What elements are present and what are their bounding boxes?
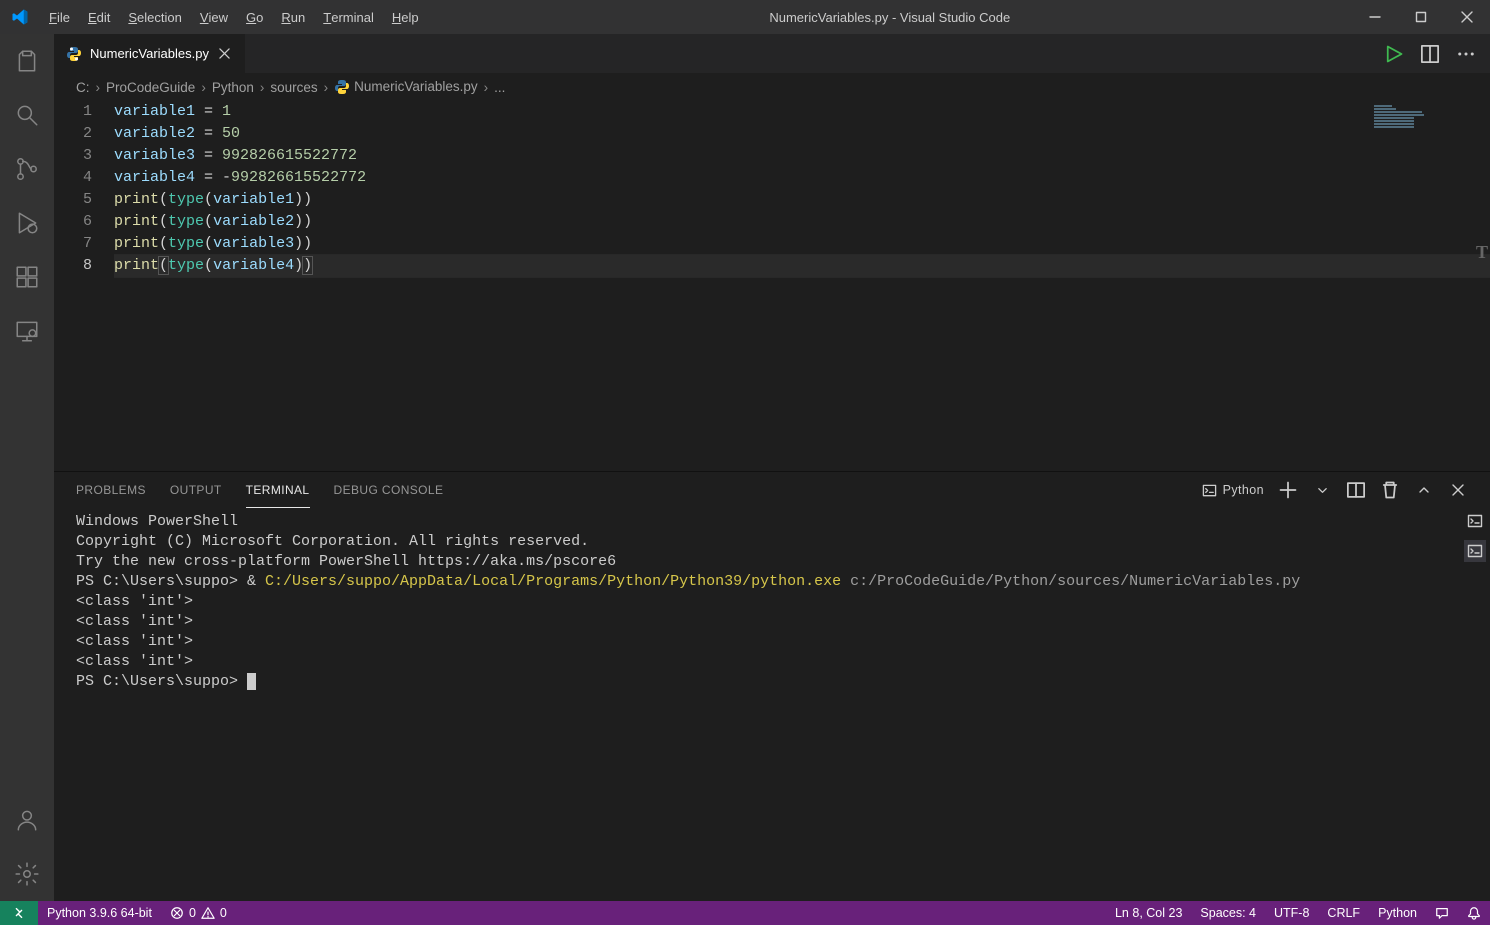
activity-search-icon[interactable] <box>0 88 54 142</box>
python-file-icon <box>334 79 350 95</box>
window-title: NumericVariables.py - Visual Studio Code <box>428 10 1352 25</box>
menu-edit[interactable]: Edit <box>79 0 119 34</box>
status-problems[interactable]: 0 0 <box>161 901 236 925</box>
menu-selection[interactable]: Selection <box>119 0 190 34</box>
breadcrumb-sep: › <box>96 80 101 95</box>
menu-view[interactable]: View <box>191 0 237 34</box>
status-python-env[interactable]: Python 3.9.6 64-bit <box>38 901 161 925</box>
activity-bar <box>0 34 54 901</box>
breadcrumb-sep: › <box>260 80 265 95</box>
activity-settings-icon[interactable] <box>0 847 54 901</box>
minimap[interactable] <box>1370 101 1490 471</box>
status-bar: Python 3.9.6 64-bit 0 0 Ln 8, Col 23 Spa… <box>0 901 1490 925</box>
window-minimize-button[interactable] <box>1352 0 1398 34</box>
code-body[interactable]: variable1 = 1variable2 = 50variable3 = 9… <box>114 101 1490 471</box>
panel-tools: Python <box>1202 480 1468 500</box>
breadcrumb-segment[interactable]: sources <box>270 80 317 95</box>
breadcrumb-segment[interactable]: NumericVariables.py <box>334 79 478 95</box>
activity-extensions-icon[interactable] <box>0 250 54 304</box>
window-controls <box>1352 0 1490 34</box>
scroll-decoration: T <box>1476 241 1488 263</box>
terminal-body[interactable]: Windows PowerShellCopyright (C) Microsof… <box>54 508 1490 696</box>
activity-explorer-icon[interactable] <box>0 34 54 88</box>
vscode-logo-icon <box>0 8 40 26</box>
status-ln-col[interactable]: Ln 8, Col 23 <box>1106 901 1191 925</box>
breadcrumb-sep: › <box>484 80 489 95</box>
menu-go[interactable]: Go <box>237 0 272 34</box>
activity-run-debug-icon[interactable] <box>0 196 54 250</box>
menu-file[interactable]: File <box>40 0 79 34</box>
tab-close-icon[interactable] <box>217 46 233 62</box>
terminal-split-dropdown-icon[interactable] <box>1312 480 1332 500</box>
tab-numericvariables[interactable]: NumericVariables.py <box>54 34 246 73</box>
menu-help[interactable]: Help <box>383 0 428 34</box>
status-eol[interactable]: CRLF <box>1318 901 1369 925</box>
breadcrumb-sep: › <box>324 80 329 95</box>
status-encoding[interactable]: UTF-8 <box>1265 901 1318 925</box>
status-bell-icon[interactable] <box>1458 901 1490 925</box>
tab-label: NumericVariables.py <box>90 46 209 61</box>
terminal-instance-1-icon[interactable] <box>1464 510 1486 532</box>
terminal-new-icon[interactable] <box>1278 480 1298 500</box>
breadcrumb-segment[interactable]: ... <box>494 80 505 95</box>
status-feedback-icon[interactable] <box>1426 901 1458 925</box>
code-editor[interactable]: 12345678 variable1 = 1variable2 = 50vari… <box>54 101 1490 471</box>
terminal-group-list <box>1464 510 1486 562</box>
editor-tabs: NumericVariables.py <box>54 34 1490 73</box>
panel-tab-terminal[interactable]: TERMINAL <box>246 472 310 508</box>
run-file-icon[interactable] <box>1384 44 1404 64</box>
activity-account-icon[interactable] <box>0 793 54 847</box>
breadcrumb[interactable]: C: › ProCodeGuide › Python › sources › NumericVa… <box>54 73 1490 101</box>
more-actions-icon[interactable] <box>1456 44 1476 64</box>
terminal-launch-label: Python <box>1223 483 1264 497</box>
breadcrumb-segment[interactable]: Python <box>212 80 254 95</box>
menu-run[interactable]: Run <box>272 0 314 34</box>
panel-tabs: PROBLEMS OUTPUT TERMINAL DEBUG CONSOLE Pyth… <box>54 472 1490 508</box>
panel-close-icon[interactable] <box>1448 480 1468 500</box>
line-gutter: 12345678 <box>54 101 114 471</box>
split-editor-icon[interactable] <box>1420 44 1440 64</box>
window-close-button[interactable] <box>1444 0 1490 34</box>
activity-remote-explorer-icon[interactable] <box>0 304 54 358</box>
terminal-split-icon[interactable] <box>1346 480 1366 500</box>
panel-tab-debug-console[interactable]: DEBUG CONSOLE <box>334 472 444 508</box>
status-language[interactable]: Python <box>1369 901 1426 925</box>
breadcrumb-sep: › <box>201 80 206 95</box>
status-spaces[interactable]: Spaces: 4 <box>1191 901 1265 925</box>
menubar: FileEditSelectionViewGoRunTerminalHelp <box>40 0 428 34</box>
python-file-icon <box>66 46 82 62</box>
breadcrumb-segment[interactable]: ProCodeGuide <box>106 80 195 95</box>
breadcrumb-segment[interactable]: C: <box>76 80 90 95</box>
terminal-instance-2-icon[interactable] <box>1464 540 1486 562</box>
terminal-launch-profile[interactable]: Python <box>1202 483 1264 498</box>
panel-maximize-icon[interactable] <box>1414 480 1434 500</box>
editor-actions <box>1370 34 1490 73</box>
panel: PROBLEMS OUTPUT TERMINAL DEBUG CONSOLE Pyth… <box>54 471 1490 901</box>
window-maximize-button[interactable] <box>1398 0 1444 34</box>
panel-tab-problems[interactable]: PROBLEMS <box>76 472 146 508</box>
status-remote-button[interactable] <box>0 901 38 925</box>
panel-tab-output[interactable]: OUTPUT <box>170 472 222 508</box>
terminal-kill-icon[interactable] <box>1380 480 1400 500</box>
titlebar: FileEditSelectionViewGoRunTerminalHelp N… <box>0 0 1490 34</box>
activity-source-control-icon[interactable] <box>0 142 54 196</box>
menu-terminal[interactable]: Terminal <box>314 0 383 34</box>
